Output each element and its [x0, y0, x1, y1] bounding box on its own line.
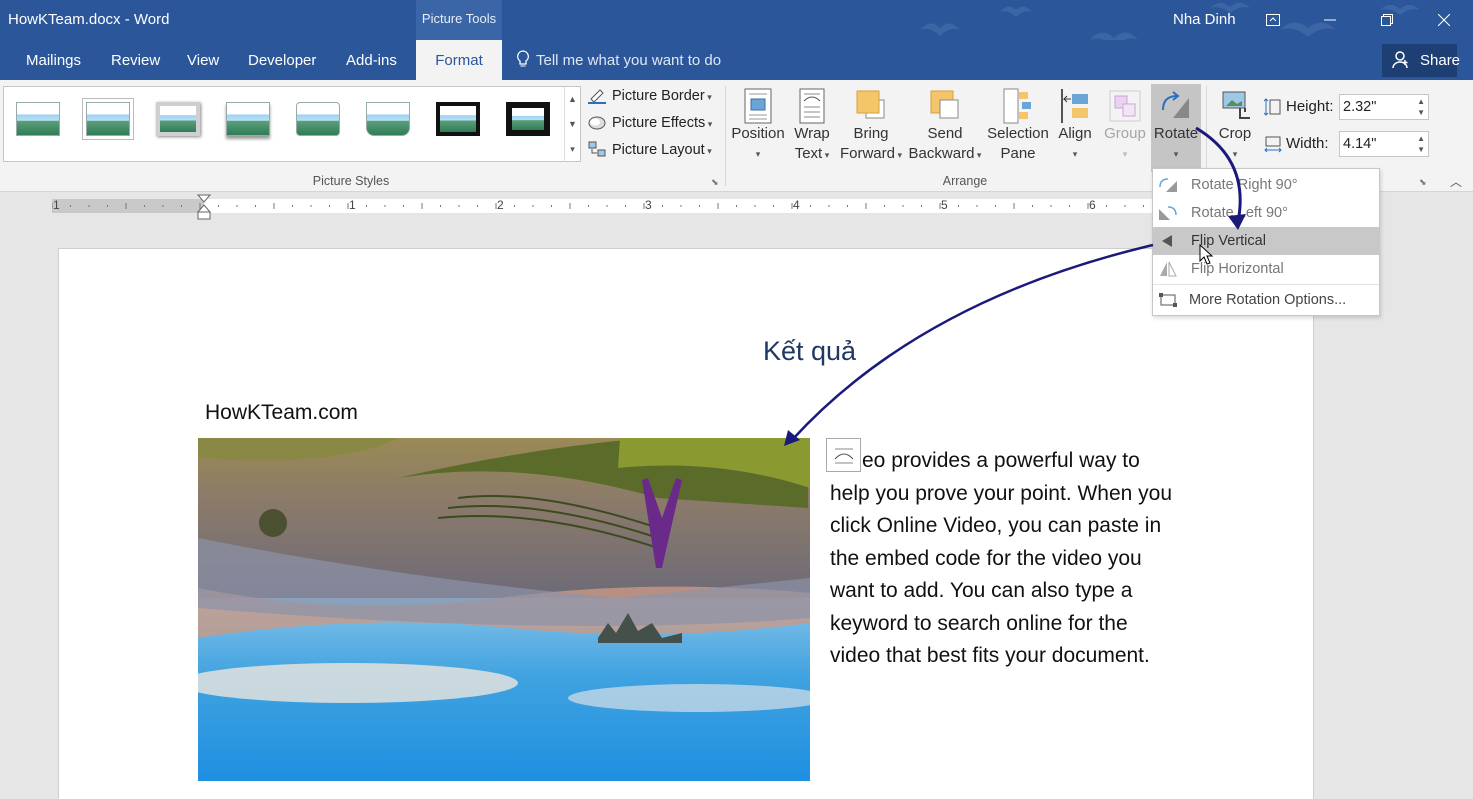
menu-item-flip-horizontal[interactable]: Flip Horizontal — [1153, 255, 1379, 283]
picture-border-icon — [588, 89, 606, 104]
rotate-right-icon — [1159, 178, 1177, 192]
more-rotation-options-icon — [1159, 293, 1177, 307]
height-spin-up-icon[interactable]: ▲ — [1417, 97, 1425, 106]
ruler-number: 2 — [497, 198, 504, 212]
send-backward-icon — [930, 90, 959, 119]
ruler-number: 1 — [53, 198, 60, 212]
picture-layout-icon — [588, 141, 606, 157]
group-label-picture-styles: Picture Styles — [312, 174, 390, 188]
result-annotation: Kết quả — [763, 336, 857, 366]
menu-item-rotate-right[interactable]: Rotate Right 90° — [1153, 171, 1379, 199]
send-backward-button[interactable]: Send Backward ▾ — [906, 84, 984, 172]
site-heading: HowKTeam.com — [205, 401, 358, 424]
title-bar: HowKTeam.docx - Word Picture Tools Nha D… — [0, 0, 1473, 40]
picture-style-thumbnail[interactable] — [506, 102, 550, 136]
window-title: HowKTeam.docx - Word — [8, 11, 170, 28]
picture-style-thumbnail[interactable] — [366, 102, 410, 136]
ruler-number: 5 — [941, 198, 948, 212]
user-name[interactable]: Nha Dinh — [1173, 11, 1236, 28]
width-icon — [1264, 136, 1282, 153]
restore-icon[interactable] — [1372, 6, 1402, 34]
selection-pane-button[interactable]: Selection Pane — [986, 84, 1050, 172]
tab-view[interactable]: View — [187, 40, 219, 80]
rotate-icon — [1162, 91, 1189, 118]
height-spin-down-icon[interactable]: ▼ — [1417, 108, 1425, 117]
collapse-ribbon-icon[interactable]: ︿ — [1450, 173, 1462, 190]
picture-border-button[interactable]: Picture Border ▾ — [588, 84, 712, 108]
lightbulb-icon — [517, 50, 529, 67]
body-paragraph: eo provides a powerful way to help you p… — [830, 449, 1173, 667]
indent-marker-icon[interactable] — [197, 194, 211, 220]
width-label: Width: — [1264, 131, 1329, 157]
position-icon — [744, 88, 772, 124]
rotate-dropdown-menu: Rotate Right 90° Rotate Left 90° Flip Ve… — [1152, 168, 1380, 316]
picture-effects-icon — [588, 116, 606, 130]
flip-vertical-icon — [1162, 235, 1172, 247]
height-icon — [1264, 98, 1281, 116]
align-icon — [1061, 89, 1088, 123]
tab-add-ins[interactable]: Add-ins — [346, 40, 397, 80]
group-separator — [725, 86, 726, 186]
tab-format[interactable]: Format — [416, 40, 502, 80]
wrap-text-icon — [799, 88, 825, 124]
gallery-more-icon[interactable]: ▾ — [564, 137, 580, 162]
landscape-image — [198, 438, 810, 781]
ribbon-display-options-icon[interactable] — [1258, 6, 1288, 34]
position-button[interactable]: Position ▾ — [730, 84, 786, 172]
selection-pane-icon — [1003, 88, 1031, 124]
minimize-icon[interactable] — [1315, 6, 1345, 34]
person-icon — [1392, 51, 1408, 69]
flip-horizontal-icon — [1160, 261, 1177, 277]
rotate-button[interactable]: Rotate ▾ — [1151, 84, 1201, 172]
ruler-number: 4 — [793, 198, 800, 212]
bring-forward-icon — [856, 90, 885, 119]
share-label: Share — [1420, 52, 1461, 69]
picture-layout-button[interactable]: Picture Layout ▾ — [588, 138, 712, 162]
crop-button[interactable]: Crop ▾ — [1211, 84, 1259, 172]
tab-developer[interactable]: Developer — [248, 40, 316, 80]
picture-style-thumbnail[interactable] — [156, 102, 200, 136]
ruler-number: 1 — [349, 198, 356, 212]
picture-effects-button[interactable]: Picture Effects ▾ — [588, 111, 712, 135]
group-icon — [1109, 90, 1141, 122]
crop-icon — [1222, 91, 1250, 119]
ruler-number: 3 — [645, 198, 652, 212]
picture-styles-gallery[interactable]: ▲ ▼ ▾ — [3, 86, 581, 162]
size-dialog-launcher-icon[interactable]: ⬊ — [1419, 177, 1427, 188]
height-input[interactable]: 2.32" ▲ ▼ — [1339, 94, 1429, 120]
tab-review[interactable]: Review — [111, 40, 160, 80]
share-button[interactable]: Share — [1382, 44, 1461, 77]
width-input[interactable]: 4.14" ▲ ▼ — [1339, 131, 1429, 157]
rotate-left-icon — [1159, 206, 1177, 220]
tell-me-text: Tell me what you want to do — [536, 52, 722, 69]
picture-style-thumbnail[interactable] — [86, 102, 130, 136]
picture-style-thumbnail[interactable] — [436, 102, 480, 136]
picture-tools-context-label: Picture Tools — [416, 0, 502, 40]
gallery-scroll-up-icon[interactable]: ▲ — [564, 87, 580, 112]
group-label-arrange: Arrange — [942, 174, 988, 188]
flipped-landscape-picture[interactable] — [198, 438, 810, 781]
tab-mailings[interactable]: Mailings — [26, 40, 81, 80]
picture-style-thumbnail[interactable] — [226, 102, 270, 136]
height-label: Height: — [1264, 94, 1334, 120]
group-button[interactable]: Group ▾ — [1100, 84, 1150, 172]
bring-forward-button[interactable]: Bring Forward ▾ — [838, 84, 904, 172]
menu-item-more-rotation-options[interactable]: More Rotation Options... — [1153, 286, 1379, 314]
gallery-scroll-down-icon[interactable]: ▼ — [564, 112, 580, 137]
align-button[interactable]: Align ▾ — [1052, 84, 1098, 172]
width-spin-down-icon[interactable]: ▼ — [1417, 145, 1425, 154]
ruler-ticks — [52, 203, 1144, 209]
picture-style-thumbnail[interactable] — [16, 102, 60, 136]
wrap-text-button[interactable]: Wrap Text ▾ — [788, 84, 836, 172]
menu-item-flip-vertical[interactable]: Flip Vertical — [1153, 227, 1379, 255]
close-icon[interactable] — [1429, 6, 1459, 34]
tell-me-search[interactable]: Tell me what you want to do — [516, 40, 721, 80]
menu-item-rotate-left[interactable]: Rotate Left 90° — [1153, 199, 1379, 227]
ribbon-tabs: Mailings Review View Developer Add-ins F… — [0, 40, 1473, 80]
width-spin-up-icon[interactable]: ▲ — [1417, 134, 1425, 143]
picture-style-thumbnail[interactable] — [296, 102, 340, 136]
ruler-number: 6 — [1089, 198, 1096, 212]
picture-styles-dialog-launcher-icon[interactable]: ⬊ — [711, 177, 719, 188]
